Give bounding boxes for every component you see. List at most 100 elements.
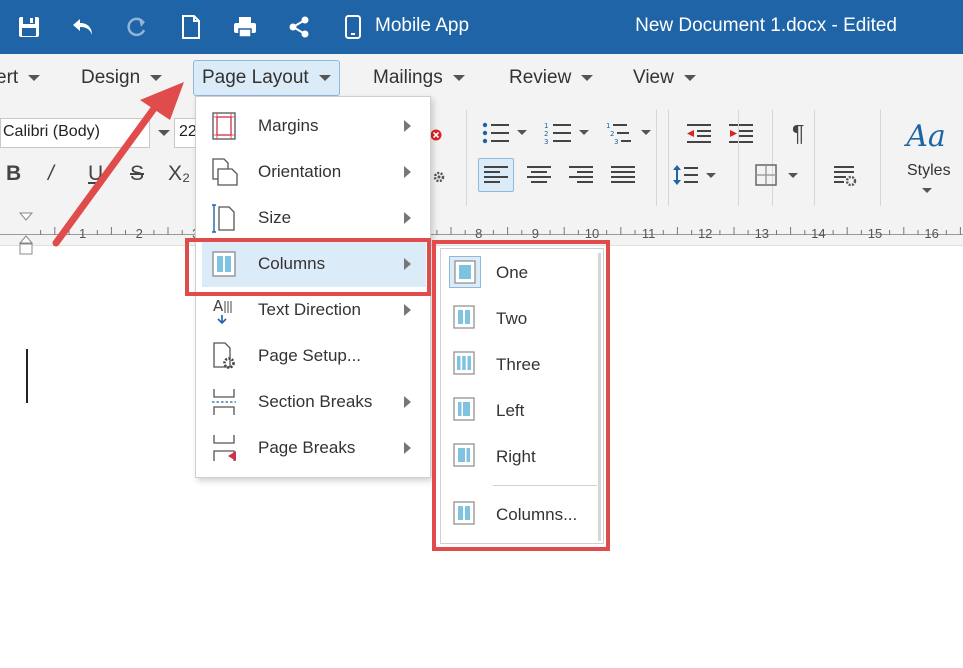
numbered-list-icon[interactable]: 123 [542,120,574,146]
menu-insert[interactable]: ert [0,62,48,94]
clear-format-icon[interactable] [430,128,442,142]
chevron-down-icon[interactable] [579,130,589,135]
font-name-field[interactable]: Calibri (Body) [0,118,150,148]
svg-text:3: 3 [544,138,548,145]
ruler-tick [676,227,678,235]
ruler-label: 13 [755,226,769,241]
share-icon[interactable] [284,12,314,42]
underline-button[interactable]: U [88,162,103,186]
justify-button[interactable] [606,158,640,192]
bulleted-list-icon[interactable] [480,120,512,146]
chevron-down-icon [318,75,331,81]
ruler-tick [110,227,112,235]
ruler-label: 8 [475,226,482,241]
ruler-label: 10 [585,226,599,241]
align-right-button[interactable] [564,158,598,192]
menu-view[interactable]: View [625,62,704,94]
styles-icon[interactable]: Aa [898,116,954,156]
chevron-right-icon [404,120,411,132]
subscript-button[interactable]: X₂ [168,162,190,186]
text-cursor [26,349,28,403]
new-document-icon[interactable] [176,12,206,42]
menu-page-layout[interactable]: Page Layout [193,60,340,96]
ruler-label: 15 [868,226,882,241]
svg-text:A: A [213,297,224,315]
page-setup-icon [210,341,238,371]
chevron-down-icon[interactable] [517,130,527,135]
mobile-phone-icon[interactable] [338,12,368,42]
ruler-tick [68,230,70,235]
align-center-button[interactable] [522,158,556,192]
chevron-down-icon [150,75,163,81]
ruler-label: 11 [642,226,656,241]
menu-design[interactable]: Design [73,62,170,94]
ruler-tick [125,230,126,235]
chevron-down-icon[interactable] [706,173,716,178]
chevron-down-icon[interactable] [922,188,932,193]
ruler-tick [450,227,452,235]
multilevel-list-icon[interactable]: 123 [604,120,638,146]
ruler-label: 16 [924,226,938,241]
menu-mailings[interactable]: Mailings [365,62,473,94]
ruler-tick [832,230,834,235]
menu-review[interactable]: Review [501,62,601,94]
ruler-tick [492,230,494,235]
chevron-right-icon [404,442,411,454]
menu-bar: ert Design Page Layout Mailings Review V… [0,54,963,100]
save-icon[interactable] [14,12,44,42]
font-dropdown-icon[interactable] [158,130,170,136]
show-formatting-button[interactable]: ¶ [792,120,804,147]
ruler-tick [96,230,98,235]
menu-item-page-setup[interactable]: Page Setup... [196,333,430,379]
size-icon [210,203,238,233]
mobile-app-label[interactable]: Mobile App [375,15,469,37]
menu-item-orientation[interactable]: Orientation [196,149,430,195]
ruler-label: 14 [811,226,825,241]
styles-label[interactable]: Styles [907,162,951,180]
align-left-button[interactable] [478,158,514,192]
title-bar: Mobile App New Document 1.docx - Edited [0,0,963,54]
orientation-icon [210,157,238,187]
ruler-label: 9 [532,226,539,241]
font-settings-icon[interactable] [432,170,446,184]
menu-item-page-breaks[interactable]: Page Breaks [196,425,430,471]
ruler-tick [860,230,862,235]
italic-button[interactable]: / [48,162,54,186]
ruler-tick [889,230,891,235]
indent-marker-icon[interactable] [18,212,34,256]
columns-highlight-box [185,238,431,296]
menu-item-size[interactable]: Size [196,195,430,241]
chevron-right-icon [404,304,411,316]
ruler-tick [181,230,183,235]
svg-text:2: 2 [544,130,548,138]
strikethrough-button[interactable]: S [130,162,144,186]
bold-button[interactable]: B [6,162,21,186]
ruler-tick [153,230,155,235]
chevron-down-icon[interactable] [641,130,651,135]
svg-text:2: 2 [610,130,614,138]
ruler-tick [804,230,806,235]
ruler-label: 2 [136,226,143,241]
menu-item-margins[interactable]: Margins [196,103,430,149]
increase-indent-icon[interactable] [726,120,756,146]
borders-icon[interactable] [752,160,780,190]
ruler-tick [634,230,636,235]
line-spacing-icon[interactable] [670,160,700,190]
print-icon[interactable] [230,12,260,42]
chevron-down-icon[interactable] [788,173,798,178]
ruler-tick [464,230,466,235]
paragraph-settings-icon[interactable] [830,160,860,190]
margins-icon [210,111,238,141]
undo-icon[interactable] [68,12,98,42]
redo-icon[interactable] [122,12,152,42]
chevron-down-icon [452,75,465,81]
text-direction-icon: A [210,295,238,325]
formatting-toolbar: Calibri (Body) 2 2 B / U S X₂ 123 123 ¶ A… [0,100,963,212]
menu-item-section-breaks[interactable]: Section Breaks [196,379,430,425]
ruler-tick [167,227,169,235]
ruler-tick [606,230,608,235]
ruler-tick [563,227,565,235]
decrease-indent-icon[interactable] [684,120,714,146]
ruler-tick [719,230,721,235]
ruler-tick [577,230,579,235]
